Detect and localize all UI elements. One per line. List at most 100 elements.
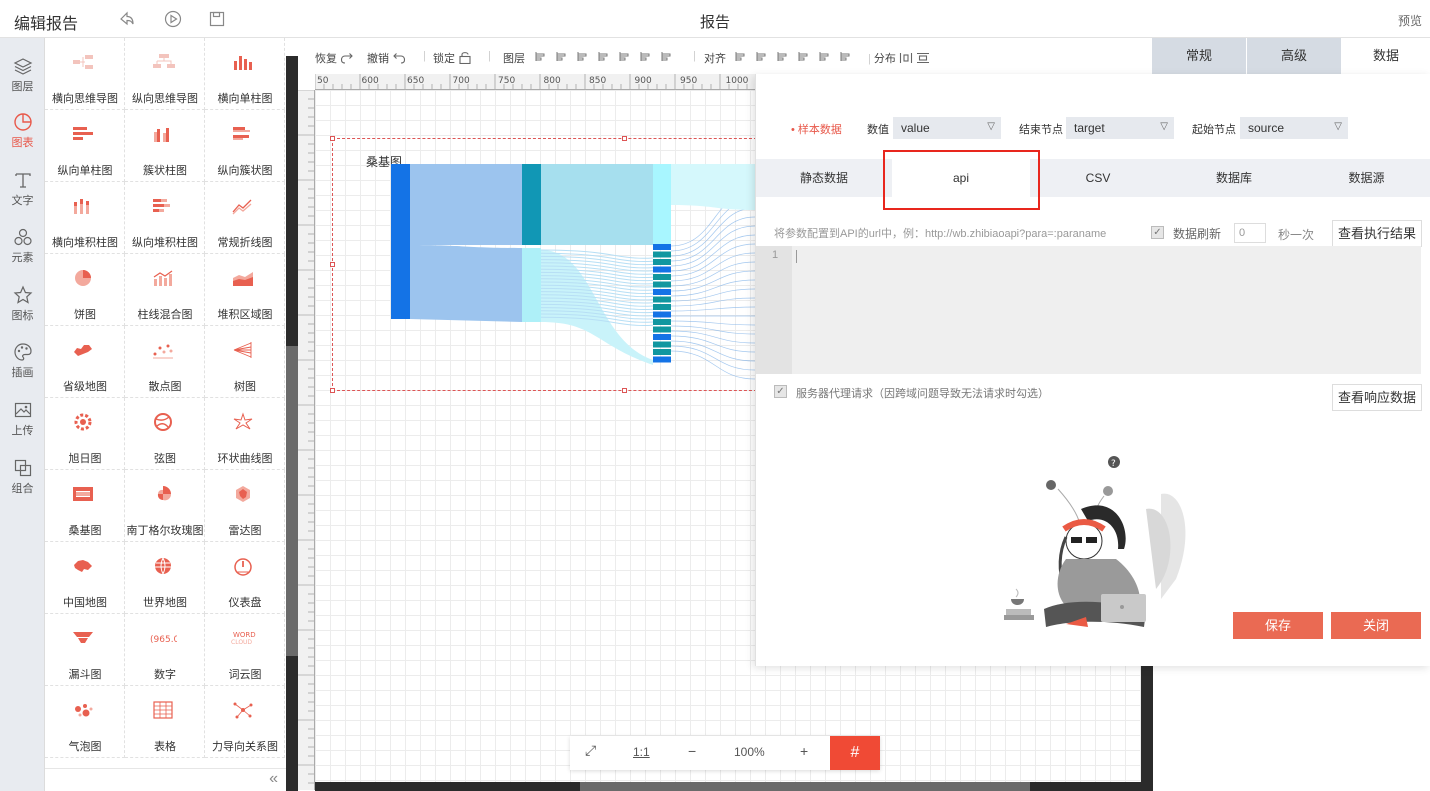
tab-csv[interactable]: CSV	[1030, 159, 1166, 197]
tab-static-data[interactable]: 静态数据	[756, 159, 892, 197]
undo-button[interactable]: 撤销	[367, 50, 406, 66]
actual-size-button[interactable]: 1:1	[633, 745, 650, 759]
chart-type-item[interactable]: 南丁格尔玫瑰图	[125, 470, 205, 542]
chart-type-item[interactable]: 力导向关系图	[205, 686, 285, 758]
chart-type-item[interactable]: 树图	[205, 326, 285, 398]
layer-order-icon-2[interactable]	[576, 50, 589, 63]
align-icon-1[interactable]	[755, 50, 768, 63]
layer-order-icon-5[interactable]	[639, 50, 652, 63]
distribute-control[interactable]: | 分布	[868, 50, 930, 66]
chart-type-item[interactable]: 仪表盘	[205, 542, 285, 614]
start-node-select[interactable]: source ▽	[1240, 117, 1348, 139]
chart-type-item[interactable]: 旭日图	[45, 398, 125, 470]
layer-order-icon-1[interactable]	[555, 50, 568, 63]
distribute-horizontal-icon[interactable]	[899, 52, 913, 64]
lock-button[interactable]: 锁定	[433, 50, 472, 66]
chart-type-item[interactable]: 纵向思维导图	[125, 38, 205, 110]
chart-type-item[interactable]: 世界地图	[125, 542, 205, 614]
chart-type-item[interactable]: 雷达图	[205, 470, 285, 542]
zoom-out-button[interactable]: −	[688, 743, 696, 759]
resize-handle[interactable]	[622, 388, 627, 393]
align-icon-2[interactable]	[776, 50, 789, 63]
chart-type-item[interactable]: 簇状柱图	[125, 110, 205, 182]
align-icon-4[interactable]	[818, 50, 831, 63]
chart-type-item[interactable]: 纵向单柱图	[45, 110, 125, 182]
chart-type-label: 雷达图	[228, 525, 262, 537]
resize-handle[interactable]	[622, 136, 627, 141]
nav-text[interactable]: 文字	[0, 162, 45, 218]
chart-type-item[interactable]: 弦图	[125, 398, 205, 470]
chart-type-item[interactable]: 表格	[125, 686, 205, 758]
layer-order-icon-3[interactable]	[597, 50, 610, 63]
view-result-button[interactable]: 查看执行结果	[1332, 220, 1422, 247]
nav-illustration[interactable]: 插画	[0, 334, 45, 390]
layer-order-icon-4[interactable]	[618, 50, 631, 63]
refresh-interval-input[interactable]: 0	[1234, 223, 1266, 243]
chart-type-item[interactable]: 中国地图	[45, 542, 125, 614]
view-response-button[interactable]: 查看响应数据	[1332, 384, 1422, 411]
scrollbar-thumb[interactable]	[580, 782, 1030, 791]
align-icons[interactable]	[734, 50, 860, 64]
close-button[interactable]: 关闭	[1331, 612, 1421, 639]
chart-type-item[interactable]: 横向堆积柱图	[45, 182, 125, 254]
chart-type-item[interactable]: 堆积区域图	[205, 254, 285, 326]
chart-type-item[interactable]: 纵向簇状图	[205, 110, 285, 182]
chart-type-item[interactable]: 省级地图	[45, 326, 125, 398]
nav-layers[interactable]: 图层	[0, 48, 45, 104]
chart-type-item[interactable]: 散点图	[125, 326, 205, 398]
nav-group[interactable]: 组合	[0, 450, 45, 506]
align-icon-3[interactable]	[797, 50, 810, 63]
undo-icon[interactable]	[118, 10, 136, 28]
chart-type-item[interactable]: 横向思维导图	[45, 38, 125, 110]
restore-button[interactable]: 恢复	[315, 50, 354, 66]
nav-icons[interactable]: 图标	[0, 277, 45, 333]
api-code-editor[interactable]: 1	[756, 246, 1421, 374]
proxy-checkbox[interactable]: ✓	[774, 385, 787, 398]
tab-general[interactable]: 常规	[1152, 38, 1246, 74]
collapse-panel-button[interactable]: «	[45, 768, 286, 791]
nav-element[interactable]: 元素	[0, 219, 45, 275]
line-chart-icon	[232, 199, 252, 215]
play-icon[interactable]	[164, 10, 182, 28]
align-icon-0[interactable]	[734, 50, 747, 63]
nav-upload[interactable]: 上传	[0, 392, 45, 448]
chart-type-item[interactable]: WORD CLOUD 词云图	[205, 614, 285, 686]
end-node-select[interactable]: target ▽	[1066, 117, 1174, 139]
resize-handle[interactable]	[330, 388, 335, 393]
resize-handle[interactable]	[330, 262, 335, 267]
chart-type-item[interactable]: 桑基图	[45, 470, 125, 542]
chart-type-item[interactable]: 气泡图	[45, 686, 125, 758]
nav-chart[interactable]: 图表	[0, 104, 45, 160]
tab-advanced[interactable]: 高级	[1247, 38, 1341, 74]
grid-toggle-button[interactable]: #	[830, 736, 880, 770]
chart-type-item[interactable]: (965.0) 数字	[125, 614, 205, 686]
chart-type-item[interactable]: 饼图	[45, 254, 125, 326]
zoom-in-button[interactable]: +	[800, 743, 808, 759]
editor-cursor	[796, 250, 797, 263]
value-select[interactable]: value ▽	[893, 117, 1001, 139]
layer-order-icons[interactable]	[534, 50, 681, 64]
panel-scrollbar[interactable]	[286, 56, 298, 791]
chart-type-item[interactable]: 柱线混合图	[125, 254, 205, 326]
selection-box[interactable]	[330, 136, 762, 393]
tab-data[interactable]: 数据	[1342, 38, 1430, 74]
chart-type-item[interactable]: 环状曲线图	[205, 398, 285, 470]
chart-type-item[interactable]: 常规折线图	[205, 182, 285, 254]
chart-type-item[interactable]: 漏斗图	[45, 614, 125, 686]
fit-screen-icon[interactable]: ⤢	[585, 742, 596, 759]
chart-type-item[interactable]: 纵向堆积柱图	[125, 182, 205, 254]
horizontal-scrollbar[interactable]	[315, 782, 1153, 791]
tab-datasource[interactable]: 数据源	[1302, 159, 1430, 197]
layer-order-icon-0[interactable]	[534, 50, 547, 63]
save-button[interactable]: 保存	[1233, 612, 1323, 639]
distribute-vertical-icon[interactable]	[916, 52, 930, 64]
preview-button[interactable]: 预览	[1398, 12, 1422, 29]
tab-database[interactable]: 数据库	[1166, 159, 1302, 197]
scrollbar-thumb[interactable]	[286, 346, 298, 656]
refresh-checkbox[interactable]: ✓	[1151, 226, 1164, 239]
save-icon[interactable]	[208, 10, 226, 28]
align-icon-5[interactable]	[839, 50, 852, 63]
chart-type-item[interactable]: 横向单柱图	[205, 38, 285, 110]
resize-handle[interactable]	[330, 136, 335, 141]
layer-order-icon-6[interactable]	[660, 50, 673, 63]
